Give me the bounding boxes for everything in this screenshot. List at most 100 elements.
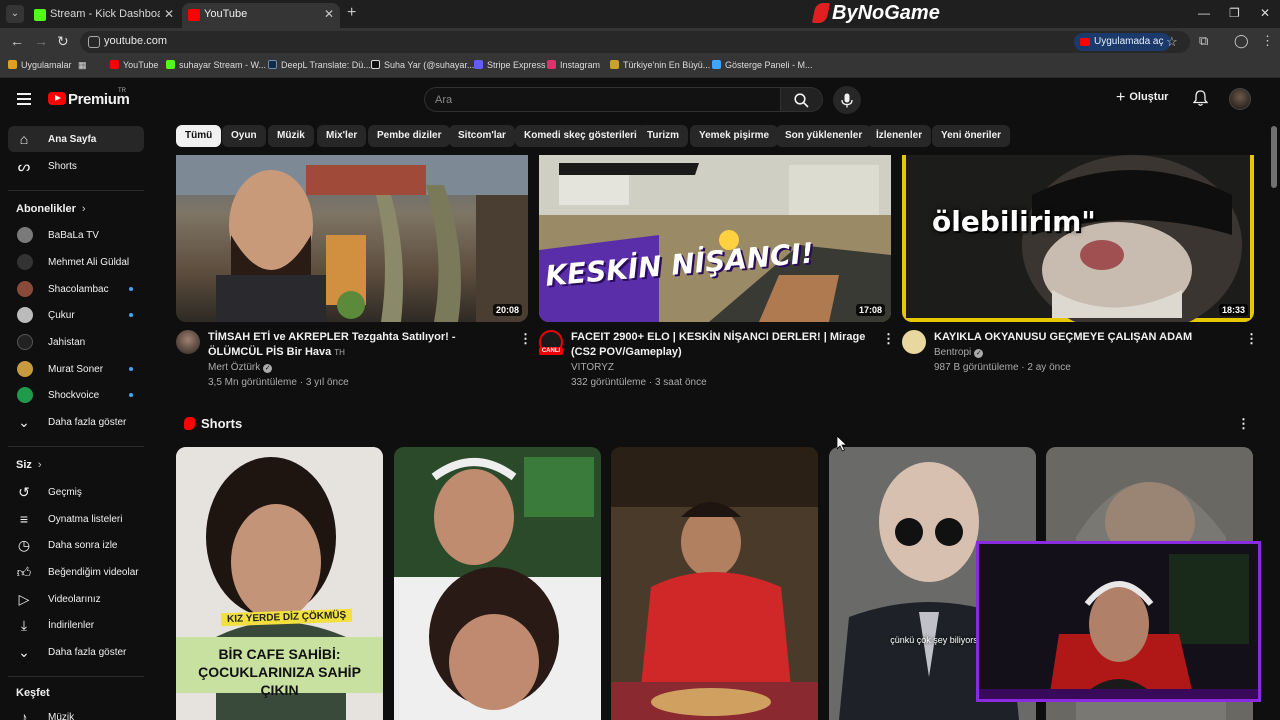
sidebar-item-subscription[interactable]: BaBaLa TV xyxy=(8,222,144,248)
chip[interactable]: Son yüklenenler xyxy=(776,125,872,147)
new-tab-button[interactable]: + xyxy=(347,4,356,22)
chip[interactable]: Tümü xyxy=(176,125,222,147)
reload-icon[interactable]: ↻ xyxy=(57,33,69,50)
create-button[interactable]: + Oluştur xyxy=(1116,89,1168,107)
chip[interactable]: Oyun xyxy=(222,125,266,147)
chip[interactable]: Mix'ler xyxy=(317,125,367,147)
subscriptions-heading[interactable]: Abonelikler › xyxy=(16,203,86,215)
sidebar-item-subscription[interactable]: Shockvoice xyxy=(8,382,144,408)
sidebar-item-label: Murat Soner xyxy=(48,364,104,375)
music-icon: ♪ xyxy=(20,709,28,720)
notifications-bell-icon[interactable] xyxy=(1192,90,1209,112)
bookmark-stripe[interactable]: Stripe Express xyxy=(474,60,546,70)
channel-name[interactable]: Mert Öztürk ✓ xyxy=(208,362,273,373)
sidebar-item-subscription[interactable]: Shacolambac xyxy=(8,276,144,302)
tab-youtube[interactable]: YouTube ✕ xyxy=(182,3,340,28)
youtube-logo-icon[interactable] xyxy=(48,92,66,105)
bookmark-dashboard[interactable]: Gösterge Paneli - M... xyxy=(712,60,813,70)
back-icon[interactable]: ← xyxy=(10,33,24,49)
address-bar[interactable]: youtube.com Uygulamada aç ☆ xyxy=(80,31,1190,53)
short-card[interactable] xyxy=(611,447,818,720)
video-title[interactable]: TİMSAH ETİ ve AKREPLER Tezgahta Satılıyo… xyxy=(208,330,508,360)
extensions-icon[interactable]: ⧉ xyxy=(1199,33,1208,49)
profile-icon[interactable]: ◯ xyxy=(1234,33,1249,49)
bookmark-label: suhayar Stream - W... xyxy=(179,60,267,70)
sidebar-item-subscription[interactable]: Jahistan xyxy=(8,329,144,355)
sidebar-item-subscription[interactable]: Murat Soner xyxy=(8,356,144,382)
you-heading[interactable]: Siz › xyxy=(16,459,42,471)
video-title[interactable]: FACEIT 2900+ ELO | KESKİN NİŞANCI DERLER… xyxy=(571,330,871,360)
account-avatar[interactable] xyxy=(1229,88,1251,110)
bookmark-youtube[interactable]: YouTube xyxy=(110,60,158,70)
bookmark-turkiye[interactable]: Türkiye'nin En Büyü... xyxy=(610,60,710,70)
bookmark-tiktok[interactable]: Suha Yar (@suhayar... xyxy=(371,60,474,70)
forward-icon[interactable]: → xyxy=(34,33,48,49)
channel-name[interactable]: VITORYZ xyxy=(571,362,614,373)
bookmark-kick-stream[interactable]: suhayar Stream - W... xyxy=(166,60,266,70)
sidebar-item-downloads[interactable]: ⤓ İndirilenler xyxy=(8,612,144,638)
video-thumbnail[interactable]: KESKİN NİŞANCI! 17:08 xyxy=(539,155,891,322)
restore-icon[interactable]: ❐ xyxy=(1229,6,1240,20)
chip[interactable]: İzlenenler xyxy=(867,125,932,147)
search-input[interactable]: Ara xyxy=(424,87,781,112)
chip[interactable]: Yeni öneriler xyxy=(932,125,1011,147)
bookmark-tab-grid[interactable]: ▦ xyxy=(78,60,87,71)
channel-name-text: Bentropi xyxy=(934,347,972,358)
chip[interactable]: Müzik xyxy=(268,125,314,147)
bookmark-label: Gösterge Paneli - M... xyxy=(725,60,813,70)
sidebar-item-subscription[interactable]: Çukur xyxy=(8,302,144,328)
sidebar-item-show-more[interactable]: ⌄ Daha fazla göster xyxy=(8,409,144,435)
voice-search-button[interactable] xyxy=(833,86,861,114)
close-tab-icon[interactable]: ✕ xyxy=(324,7,334,21)
chip[interactable]: Turizm xyxy=(638,125,689,147)
video-more-icon[interactable]: ⋮ xyxy=(519,331,532,347)
minimize-icon[interactable]: — xyxy=(1198,6,1210,20)
sidebar-item-music[interactable]: ♪ Müzik xyxy=(8,704,144,720)
chip[interactable]: Sitcom'lar xyxy=(449,125,515,147)
chip[interactable]: Yemek pişirme xyxy=(690,125,779,147)
video-thumbnail[interactable]: ölebilirim" 18:33 xyxy=(902,155,1254,322)
sidebar-item-watch-later[interactable]: ◷ Daha sonra izle xyxy=(8,532,144,558)
sidebar-item-playlists[interactable]: ≡ Oynatma listeleri xyxy=(8,506,144,532)
channel-avatar xyxy=(17,254,33,270)
sidebar-item-show-more[interactable]: ⌄ Daha fazla göster xyxy=(8,639,144,665)
sidebar-item-history[interactable]: ↺ Geçmiş xyxy=(8,479,144,505)
channel-avatar[interactable] xyxy=(176,330,200,354)
close-window-icon[interactable]: ✕ xyxy=(1260,6,1270,20)
divider xyxy=(8,676,144,677)
channel-avatar[interactable] xyxy=(902,330,926,354)
bookmark-apps[interactable]: Uygulamalar xyxy=(8,60,72,70)
video-meta: 332 görüntüleme · 3 saat önce xyxy=(571,377,707,388)
open-in-app-button[interactable]: Uygulamada aç xyxy=(1074,33,1172,51)
sidebar-item-subscription[interactable]: Mehmet Ali Güldal xyxy=(8,249,144,275)
shorts-more-icon[interactable]: ⋮ xyxy=(1237,416,1250,432)
tab-search-icon[interactable]: ⌄ xyxy=(6,5,24,23)
chip[interactable]: Pembe diziler xyxy=(368,125,451,147)
video-more-icon[interactable]: ⋮ xyxy=(1245,331,1258,347)
bookmark-star-icon[interactable]: ☆ xyxy=(1166,34,1178,50)
bookmark-instagram[interactable]: Instagram xyxy=(547,60,600,70)
menu-icon[interactable] xyxy=(17,93,31,105)
sidebar-item-your-videos[interactable]: ▷ Videolarınız xyxy=(8,586,144,612)
site-info-icon[interactable] xyxy=(88,36,100,48)
search-button[interactable] xyxy=(781,87,823,112)
short-card[interactable]: KIZ YERDE DİZ ÇÖKMÜŞ BİR CAFE SAHİBİ: ÇO… xyxy=(176,447,383,720)
tab-kick-dashboard[interactable]: Stream - Kick Dashboard ✕ xyxy=(28,3,180,28)
close-tab-icon[interactable]: ✕ xyxy=(164,7,174,21)
sidebar-item-shorts[interactable]: ᔕ Shorts xyxy=(8,153,144,179)
channel-avatar xyxy=(17,281,33,297)
page-scrollbar[interactable] xyxy=(1271,126,1277,188)
chip[interactable]: Komedi skeç gösterileri xyxy=(515,125,646,147)
channel-name[interactable]: Bentropi ✓ xyxy=(934,347,984,358)
video-more-icon[interactable]: ⋮ xyxy=(882,331,895,347)
short-card[interactable] xyxy=(394,447,601,720)
live-badge: CANLI xyxy=(539,347,563,355)
menu-kebab-icon[interactable]: ⋮ xyxy=(1261,33,1274,49)
bookmark-deepl[interactable]: DeepL Translate: Dü... xyxy=(268,60,371,70)
instagram-icon xyxy=(547,60,556,69)
video-thumbnail[interactable]: 20:08 xyxy=(176,155,528,322)
sidebar-item-home[interactable]: ⌂ Ana Sayfa xyxy=(8,126,144,152)
new-content-dot xyxy=(129,367,133,371)
video-title[interactable]: KAYIKLA OKYANUSU GEÇMEYE ÇALIŞAN ADAM xyxy=(934,330,1234,345)
sidebar-item-liked-videos[interactable]: 👍︎ Beğendiğim videolar xyxy=(8,559,144,585)
